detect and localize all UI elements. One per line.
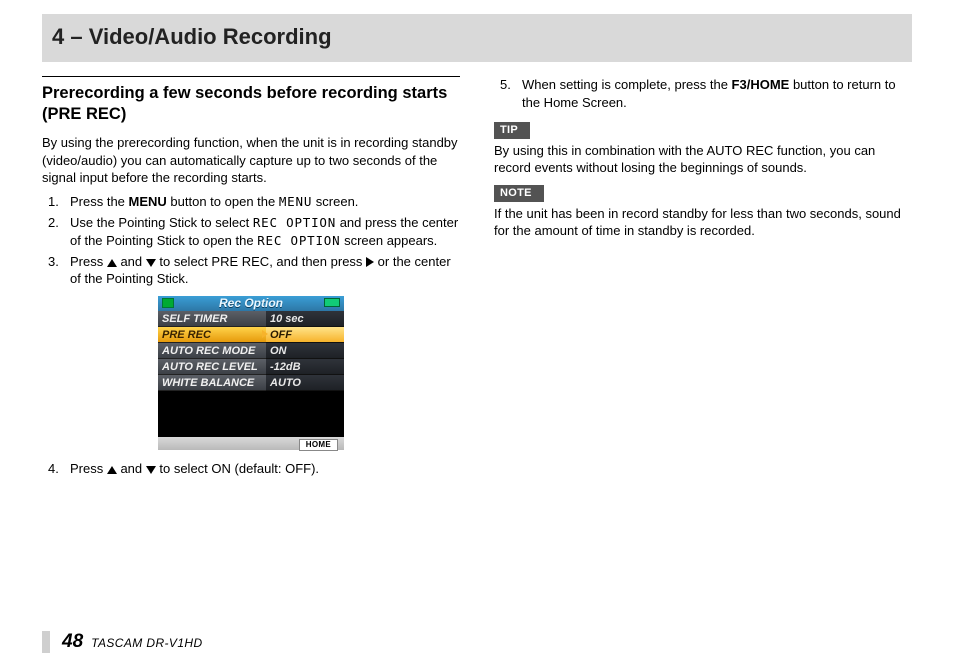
- step-text: Press: [70, 461, 107, 476]
- product-name: TASCAM DR-V1HD: [91, 636, 202, 650]
- step-text: Press: [70, 254, 107, 269]
- menu-button-label: MENU: [129, 194, 167, 209]
- device-row-label: AUTO REC MODE: [158, 343, 266, 359]
- chapter-header: 4 – Video/Audio Recording: [42, 14, 912, 62]
- steps-list-continued: Press and to select ON (default: OFF).: [42, 460, 460, 478]
- device-row: AUTO REC LEVEL -12dB: [158, 359, 344, 375]
- step-text: Press the: [70, 194, 129, 209]
- section-heading: Prerecording a few seconds before record…: [42, 83, 460, 124]
- down-arrow-icon: [146, 466, 156, 474]
- up-arrow-icon: [107, 259, 117, 267]
- device-titlebar: Rec Option: [158, 296, 344, 311]
- section-rule: [42, 76, 460, 77]
- lcd-rec-option: REC OPTION: [257, 233, 340, 248]
- step-text: to select ON (default: OFF).: [156, 461, 319, 476]
- sd-card-icon: [162, 298, 174, 308]
- page-number: 48: [62, 631, 83, 653]
- battery-icon: [324, 298, 340, 307]
- down-arrow-icon: [146, 259, 156, 267]
- step-2: Use the Pointing Stick to select REC OPT…: [42, 214, 460, 250]
- note-body: If the unit has been in record standby f…: [494, 205, 912, 240]
- device-row-value: -12dB: [266, 359, 344, 375]
- f3-home-label: F3/HOME: [732, 77, 790, 92]
- right-arrow-icon: [366, 257, 374, 267]
- up-arrow-icon: [107, 466, 117, 474]
- steps-list: Press the MENU button to open the MENU s…: [42, 193, 460, 288]
- page-content: 4 – Video/Audio Recording Prerecording a…: [0, 0, 954, 480]
- device-row: AUTO REC MODE ON: [158, 343, 344, 359]
- device-row-value: OFF: [266, 327, 344, 343]
- note-badge: NOTE: [494, 185, 544, 202]
- step-text: screen appears.: [340, 233, 437, 248]
- device-title: Rec Option: [219, 295, 283, 311]
- step-text: and: [117, 461, 146, 476]
- step-text: Use the Pointing Stick to select: [70, 215, 253, 230]
- device-fill: [158, 391, 344, 437]
- step-text: When setting is complete, press the: [522, 77, 732, 92]
- tip-body: By using this in combination with the AU…: [494, 142, 912, 177]
- step-text: to select PRE REC, and then press: [156, 254, 366, 269]
- device-row: SELF TIMER 10 sec: [158, 311, 344, 327]
- device-statusbar: HOME: [158, 437, 344, 450]
- chapter-title: 4 – Video/Audio Recording: [52, 24, 902, 50]
- device-row-label: PRE REC: [158, 327, 266, 343]
- step-text: and: [117, 254, 146, 269]
- step-1: Press the MENU button to open the MENU s…: [42, 193, 460, 211]
- lcd-menu: MENU: [279, 194, 312, 209]
- step-text: screen.: [312, 194, 358, 209]
- page-footer: 48 TASCAM DR-V1HD: [42, 631, 203, 653]
- device-row-label: SELF TIMER: [158, 311, 266, 327]
- device-row-value: AUTO: [266, 375, 344, 391]
- device-row-value: ON: [266, 343, 344, 359]
- steps-list-continued-2: When setting is complete, press the F3/H…: [494, 76, 912, 111]
- lcd-rec-option: REC OPTION: [253, 215, 336, 230]
- step-3: Press and to select PRE REC, and then pr…: [42, 253, 460, 288]
- step-5: When setting is complete, press the F3/H…: [494, 76, 912, 111]
- device-screenshot: Rec Option SELF TIMER 10 sec PRE REC OFF…: [158, 296, 344, 450]
- column-right: When setting is complete, press the F3/H…: [494, 76, 912, 480]
- intro-paragraph: By using the prerecording function, when…: [42, 134, 460, 187]
- tip-badge: TIP: [494, 122, 530, 139]
- step-4: Press and to select ON (default: OFF).: [42, 460, 460, 478]
- step-text: button to open the: [167, 194, 279, 209]
- device-row: WHITE BALANCE AUTO: [158, 375, 344, 391]
- two-column-layout: Prerecording a few seconds before record…: [42, 76, 912, 480]
- footer-bar-icon: [42, 631, 50, 653]
- device-row-value: 10 sec: [266, 311, 344, 327]
- device-row-label: AUTO REC LEVEL: [158, 359, 266, 375]
- column-left: Prerecording a few seconds before record…: [42, 76, 460, 480]
- device-home-button: HOME: [299, 439, 338, 451]
- device-row-selected: PRE REC OFF: [158, 327, 344, 343]
- device-row-label: WHITE BALANCE: [158, 375, 266, 391]
